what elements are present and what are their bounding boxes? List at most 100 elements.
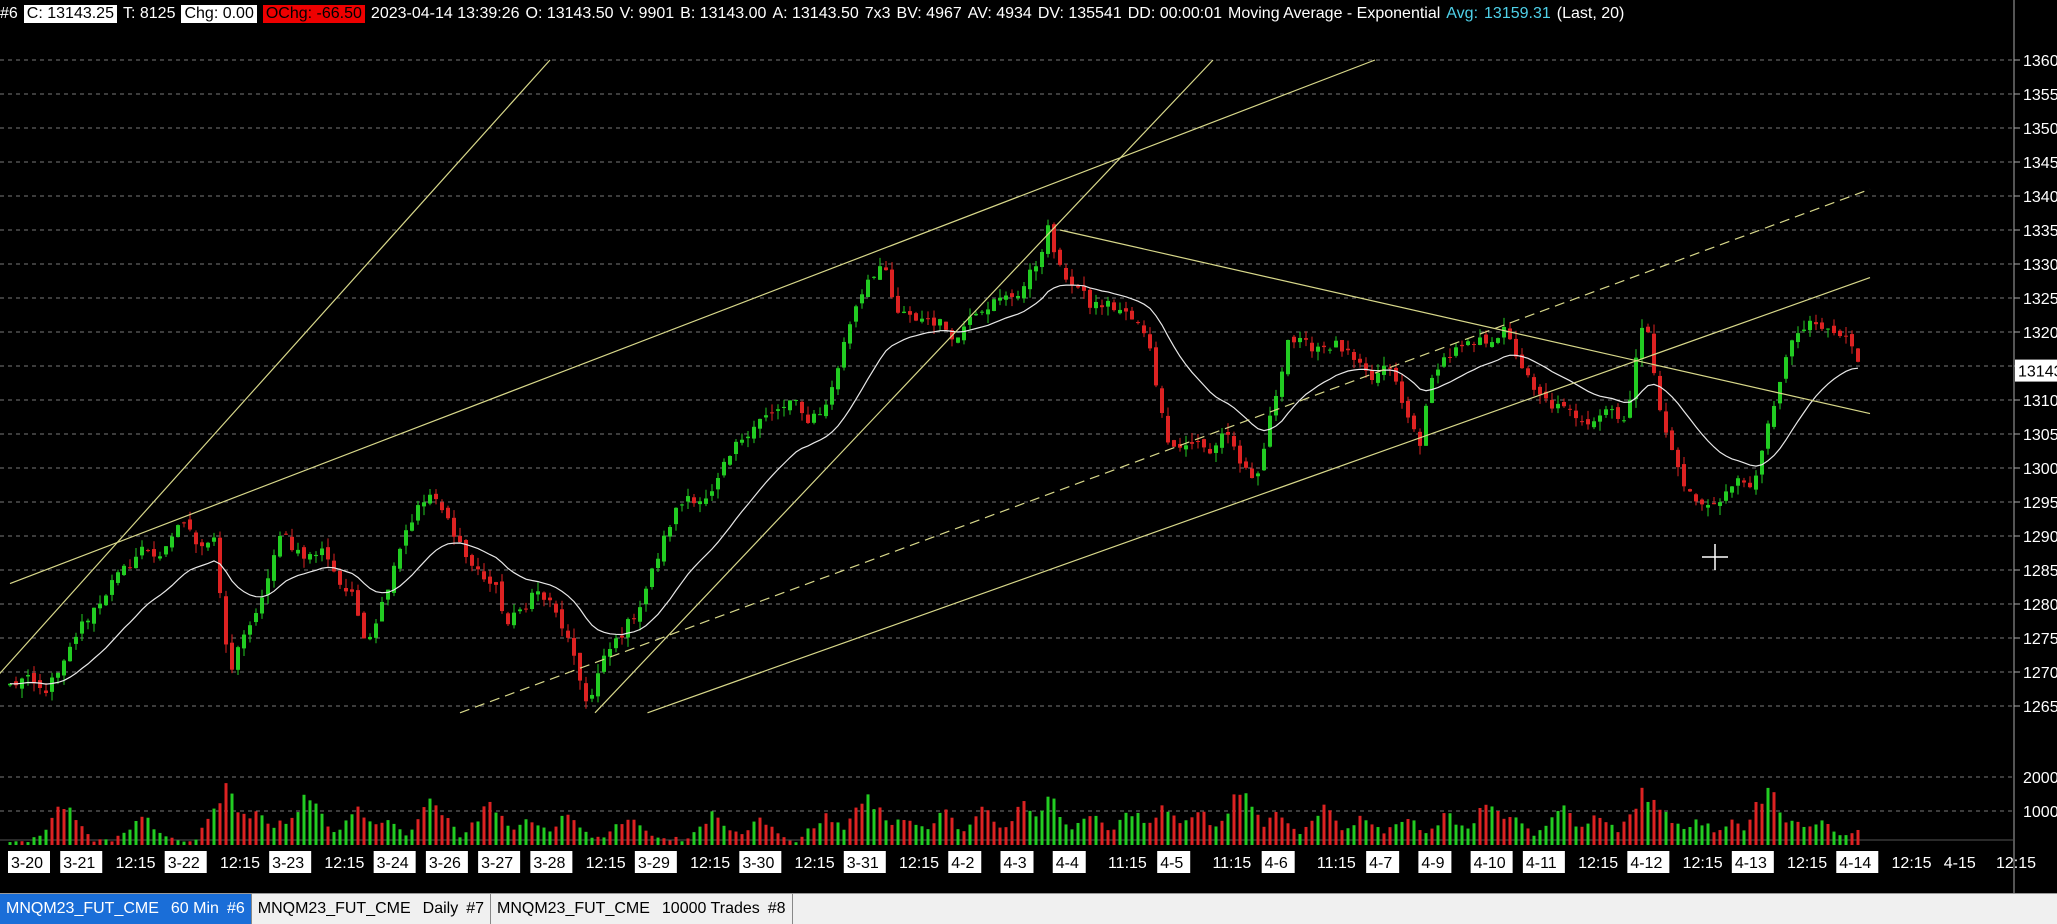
volume-bar xyxy=(1112,829,1116,845)
candle-body xyxy=(374,623,378,638)
candle-body xyxy=(1658,375,1662,411)
candle-body xyxy=(1742,480,1746,483)
volume-bar xyxy=(92,841,96,845)
candle-body xyxy=(1214,445,1218,453)
volume-bar xyxy=(404,835,408,845)
candle-body xyxy=(1814,322,1818,325)
volume-bar xyxy=(560,815,564,845)
candle-body xyxy=(680,504,684,506)
volume-bar xyxy=(1034,816,1038,845)
volume-bar xyxy=(1118,819,1122,845)
candle-body xyxy=(662,535,666,562)
candle-body xyxy=(1088,289,1092,308)
volume-bar xyxy=(662,838,666,845)
trendline[interactable] xyxy=(1059,229,1871,415)
trendline[interactable] xyxy=(0,59,551,679)
volume-bar xyxy=(806,828,810,845)
volume-bar xyxy=(776,833,780,845)
price-tick-label: 13100 xyxy=(2023,393,2057,410)
candle-body xyxy=(122,565,126,576)
candle-body xyxy=(1136,322,1140,324)
candle-body xyxy=(1172,440,1176,447)
candle-body xyxy=(152,549,156,557)
volume-bar xyxy=(494,812,498,845)
candle-body xyxy=(716,477,720,490)
volume-bar xyxy=(1484,804,1488,845)
trendline[interactable] xyxy=(9,59,1376,585)
candle-body xyxy=(1406,400,1410,418)
volume-bar xyxy=(1754,802,1758,845)
candle-body xyxy=(1640,327,1644,360)
volume-bar xyxy=(542,827,546,845)
candle-body xyxy=(974,313,978,316)
candle-body xyxy=(1508,328,1512,340)
volume-bar xyxy=(386,820,390,845)
candle-body xyxy=(1622,420,1626,422)
volume-bar xyxy=(188,841,192,845)
volume-bar xyxy=(1190,817,1194,845)
candle-body xyxy=(1574,410,1578,419)
volume-bar xyxy=(1778,812,1782,845)
trendline[interactable] xyxy=(647,277,1871,714)
volume-bar xyxy=(428,798,432,845)
candle-body xyxy=(248,625,252,635)
volume-bar xyxy=(1730,819,1734,845)
volume-bar xyxy=(242,813,246,845)
volume-bar xyxy=(1706,823,1710,845)
trendline[interactable] xyxy=(459,188,1871,714)
price-tick-label: 13400 xyxy=(2023,189,2057,206)
candle-body xyxy=(476,566,480,570)
candle-body xyxy=(584,683,588,702)
volume-bar xyxy=(1430,828,1434,845)
volume-bar xyxy=(218,803,222,845)
volume-bar xyxy=(1136,812,1140,845)
candle-body xyxy=(542,592,546,600)
volume-bar xyxy=(1016,806,1020,845)
candle-body xyxy=(1304,338,1308,340)
date-axis-label: 11:15 xyxy=(1212,855,1251,872)
candle-body xyxy=(920,318,924,322)
volume-bar xyxy=(1436,825,1440,845)
volume-bar xyxy=(632,819,636,845)
candle-body xyxy=(536,591,540,595)
date-axis-label: 12:15 xyxy=(220,855,260,872)
volume-bar xyxy=(1094,815,1098,845)
volume-bar xyxy=(1382,833,1386,845)
candle-body xyxy=(1724,491,1728,501)
candle-body xyxy=(278,536,282,557)
chart-tab-1[interactable]: MNQM23_FUT_CME 60 Min #6 xyxy=(0,894,252,924)
candle-body xyxy=(74,636,78,644)
candle-body xyxy=(1184,445,1188,450)
chart-tab-2[interactable]: MNQM23_FUT_CME Daily #7 xyxy=(252,894,491,924)
volume-bar xyxy=(1232,794,1236,845)
candle-body xyxy=(1010,293,1014,298)
candle-body xyxy=(1796,333,1800,343)
trendline[interactable] xyxy=(594,59,1214,714)
volume-bar xyxy=(1664,811,1668,845)
candle-body xyxy=(1130,310,1134,320)
volume-bar xyxy=(1574,826,1578,845)
volume-bar xyxy=(1784,822,1788,845)
candle-body xyxy=(356,590,360,616)
volume-bar xyxy=(890,824,894,845)
volume-bar xyxy=(686,838,690,845)
volume-bar xyxy=(206,818,210,845)
candle-body xyxy=(146,550,150,552)
volume-bar xyxy=(1688,827,1692,845)
volume-bar xyxy=(1766,787,1770,845)
candle-body xyxy=(1388,367,1392,369)
volume-bar xyxy=(1172,815,1176,845)
candle-body xyxy=(902,311,906,313)
volume-bar xyxy=(1304,826,1308,845)
tab-number: #7 xyxy=(466,900,484,917)
candle-body xyxy=(560,609,564,629)
volume-bar xyxy=(728,830,732,845)
price-chart[interactable]: 13600 13550 13500 13450 13400 13350 13300 13250… xyxy=(0,0,2057,893)
chart-tab-3[interactable]: MNQM23_FUT_CME 10000 Trades #8 xyxy=(491,894,793,924)
volume-bar xyxy=(1562,805,1566,845)
volume-bar xyxy=(1640,787,1644,845)
candle-body xyxy=(1424,405,1428,446)
candle-body xyxy=(1376,372,1380,383)
volume-bar xyxy=(26,842,30,845)
candle-body xyxy=(1328,349,1332,351)
